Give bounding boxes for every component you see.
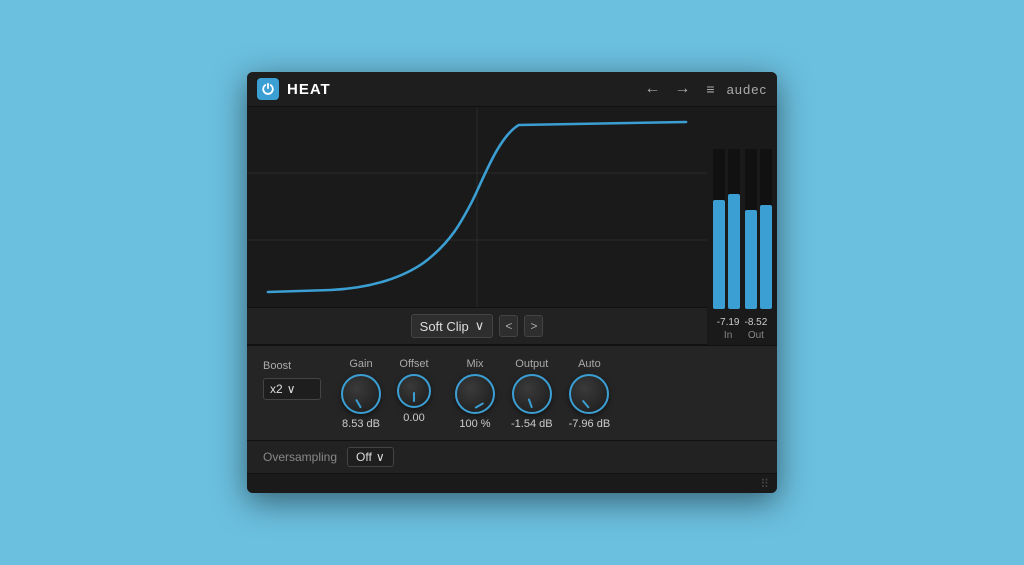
- offset-knob[interactable]: [397, 374, 431, 408]
- nav-forward-button[interactable]: →: [670, 78, 694, 100]
- offset-control: Offset 0.00: [397, 358, 431, 424]
- out-meter-value: -8.52: [745, 317, 768, 328]
- output-knob-indicator: [527, 398, 532, 408]
- output-label: Output: [515, 358, 548, 370]
- meter-labels: -7.19 In -8.52 Out: [717, 317, 768, 341]
- plugin-window: HEAT ← → ≡ audec: [247, 72, 777, 493]
- meters-section: -7.19 In -8.52 Out: [707, 107, 777, 345]
- in-meter-fill-right: [728, 194, 740, 309]
- brand-label: audec: [727, 82, 767, 97]
- mode-next-button[interactable]: >: [524, 315, 543, 337]
- out-meter-label: Out: [748, 330, 764, 341]
- auto-knob-indicator: [582, 400, 590, 409]
- output-value: -1.54 dB: [511, 418, 553, 430]
- graph-section: Soft Clip ∨ < >: [247, 107, 707, 345]
- out-meter-bar-right: [760, 149, 772, 309]
- oversampling-chevron-icon: ∨: [376, 450, 385, 464]
- out-meter-bar-left: [745, 149, 757, 309]
- gain-knob[interactable]: [341, 374, 381, 414]
- mode-prev-button[interactable]: <: [499, 315, 518, 337]
- mix-knob[interactable]: [455, 374, 495, 414]
- gain-knob-indicator: [355, 399, 362, 409]
- mix-knob-indicator: [475, 402, 485, 409]
- boost-group: Boost x2 ∨: [263, 358, 321, 400]
- gain-value: 8.53 dB: [342, 418, 380, 430]
- dropdown-chevron-icon: ∨: [475, 318, 485, 334]
- out-meter-fill-left: [745, 210, 757, 309]
- in-meter-bar-right: [728, 149, 740, 309]
- out-meter-group: -8.52 Out: [745, 317, 768, 341]
- power-button[interactable]: [257, 78, 279, 100]
- mode-dropdown[interactable]: Soft Clip ∨: [411, 314, 494, 338]
- meters-row: [713, 149, 772, 309]
- controls-section: Boost x2 ∨ Gain 8.53 dB Offset 0.00 Mix: [247, 345, 777, 440]
- menu-button[interactable]: ≡: [700, 79, 720, 99]
- out-meter-pair: [745, 149, 772, 309]
- oversampling-value: Off: [356, 450, 372, 464]
- boost-dropdown[interactable]: x2 ∨: [263, 378, 321, 400]
- gain-label: Gain: [349, 358, 372, 370]
- gain-control: Gain 8.53 dB: [341, 358, 381, 430]
- in-meter-pair: [713, 149, 740, 309]
- oversampling-dropdown[interactable]: Off ∨: [347, 447, 394, 467]
- nav-back-button[interactable]: ←: [640, 78, 664, 100]
- boost-value: x2: [270, 382, 283, 396]
- offset-value: 0.00: [403, 412, 424, 424]
- boost-label: Boost: [263, 360, 291, 372]
- mode-bar: Soft Clip ∨ < >: [247, 307, 707, 345]
- auto-label: Auto: [578, 358, 601, 370]
- output-control: Output -1.54 dB: [511, 358, 553, 430]
- nav-controls: ← → ≡ audec: [640, 78, 767, 100]
- offset-label: Offset: [399, 358, 428, 370]
- auto-control: Auto -7.96 dB: [569, 358, 611, 430]
- oversampling-section: Oversampling Off ∨: [247, 440, 777, 473]
- bottom-bar: ⠿: [247, 473, 777, 493]
- mix-value: 100 %: [459, 418, 490, 430]
- in-meter-value: -7.19: [717, 317, 740, 328]
- output-knob[interactable]: [512, 374, 552, 414]
- graph-display: [247, 107, 707, 307]
- plugin-title: HEAT: [287, 81, 632, 98]
- header: HEAT ← → ≡ audec: [247, 72, 777, 107]
- resize-handle-icon[interactable]: ⠿: [760, 477, 769, 491]
- main-area: Soft Clip ∨ < >: [247, 107, 777, 345]
- mix-label: Mix: [466, 358, 483, 370]
- in-meter-label: In: [724, 330, 732, 341]
- auto-knob[interactable]: [569, 374, 609, 414]
- offset-knob-indicator: [413, 392, 415, 402]
- boost-chevron-icon: ∨: [287, 382, 296, 396]
- in-meter-bar-left: [713, 149, 725, 309]
- auto-value: -7.96 dB: [569, 418, 611, 430]
- in-meter-group: -7.19 In: [717, 317, 740, 341]
- oversampling-label: Oversampling: [263, 450, 337, 464]
- in-meter-fill-left: [713, 200, 725, 309]
- out-meter-fill-right: [760, 205, 772, 309]
- mode-label: Soft Clip: [420, 319, 469, 334]
- mix-control: Mix 100 %: [455, 358, 495, 430]
